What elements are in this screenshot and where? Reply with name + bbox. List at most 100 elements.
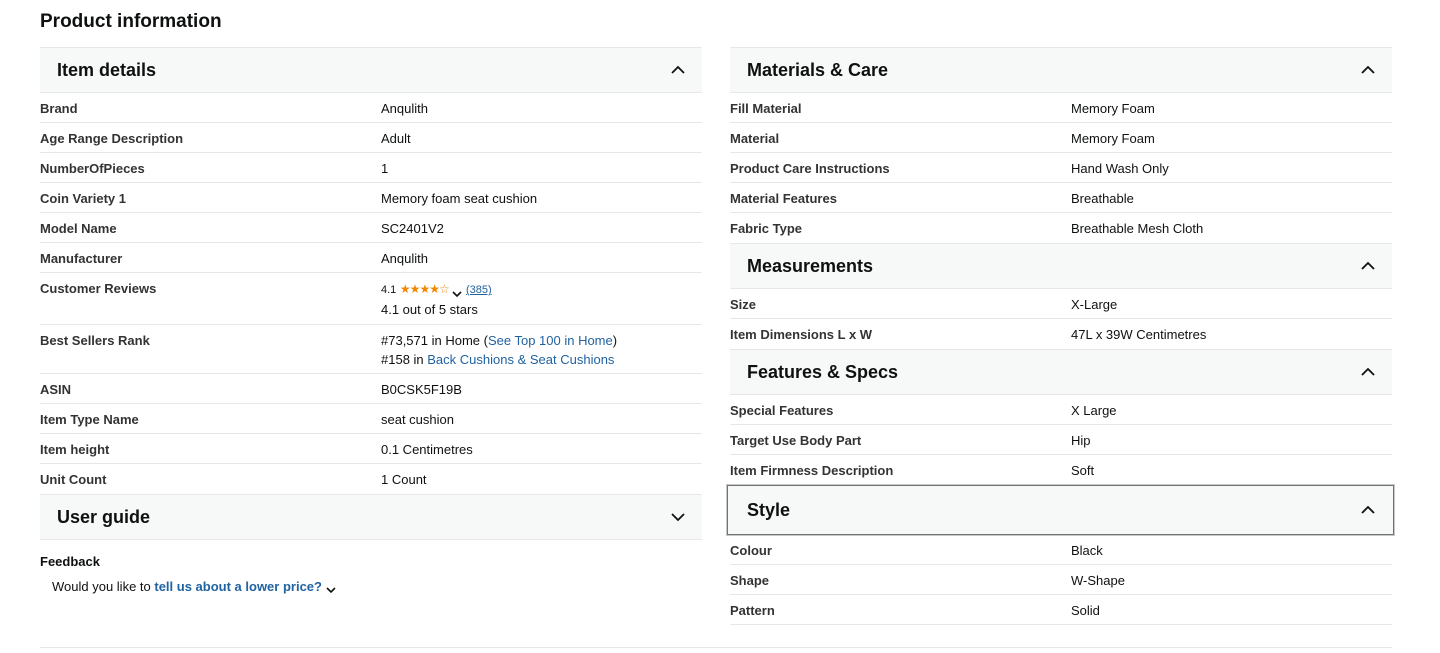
row-value: Anqulith	[381, 251, 428, 266]
measurements-header[interactable]: Measurements	[730, 243, 1392, 289]
row-key: Item Dimensions L x W	[730, 327, 873, 342]
row-key: Target Use Body Part	[730, 433, 862, 448]
row-value: Hand Wash Only	[1071, 161, 1169, 176]
table-row: ASIN B0CSK5F19B	[40, 374, 702, 404]
measurements-title: Measurements	[747, 255, 874, 276]
row-value: seat cushion	[381, 412, 454, 427]
review-summary-line[interactable]: 4.1 ★★★★☆ (385)	[381, 281, 492, 297]
row-value: Breathable	[1071, 191, 1134, 206]
row-value: 47L x 39W Centimetres	[1071, 327, 1207, 342]
feedback-title: Feedback	[40, 554, 100, 569]
chevron-up-icon	[1360, 62, 1376, 78]
row-key: Unit Count	[40, 472, 107, 487]
row-value: Memory foam seat cushion	[381, 191, 538, 206]
row-value: Black	[1071, 543, 1103, 558]
row-key: Item Type Name	[40, 412, 139, 427]
table-row: Model Name SC2401V2	[40, 213, 702, 243]
row-value: B0CSK5F19B	[381, 382, 462, 397]
materials-care-header[interactable]: Materials & Care	[730, 47, 1392, 93]
product-information-page: Product information Item details Brand A…	[0, 0, 1440, 653]
chevron-down-icon	[670, 509, 686, 525]
table-row: Item Type Name seat cushion	[40, 404, 702, 434]
row-key: Colour	[730, 543, 772, 558]
row-key: Pattern	[730, 603, 775, 618]
chevron-up-icon	[670, 62, 686, 78]
table-row: Product Care Instructions Hand Wash Only	[730, 153, 1392, 183]
chevron-up-icon	[1360, 502, 1376, 518]
row-key: Material	[730, 131, 780, 146]
row-value: Soft	[1071, 463, 1095, 478]
row-value: Hip	[1071, 433, 1091, 448]
row-key: Manufacturer	[40, 251, 123, 266]
row-value: Anqulith	[381, 101, 428, 116]
row-key: Best Sellers Rank	[40, 333, 150, 348]
materials-care-title: Materials & Care	[747, 59, 889, 80]
table-row: NumberOfPieces 1	[40, 153, 702, 183]
row-value: Memory Foam	[1071, 101, 1155, 116]
star-rating-icon: ★★★★☆	[399, 282, 450, 296]
row-key: Special Features	[730, 403, 834, 418]
features-specs-table: Special Features X Large Target Use Body…	[730, 395, 1392, 485]
table-row: Target Use Body Part Hip	[730, 425, 1392, 455]
row-value: X-Large	[1071, 297, 1118, 312]
feedback-prefix: Would you like to	[52, 579, 155, 594]
item-details-title: Item details	[57, 59, 157, 80]
row-value: 1 Count	[381, 472, 427, 487]
chevron-down-icon	[452, 285, 462, 297]
user-guide-header[interactable]: User guide	[40, 494, 702, 540]
left-column: Item details Brand Anqulith Age Range De…	[40, 47, 702, 594]
customer-reviews-row: Customer Reviews 4.1 ★★★★☆ (385) 4.1 out…	[40, 273, 702, 325]
row-key: Fabric Type	[730, 221, 803, 236]
row-key: NumberOfPieces	[40, 161, 145, 176]
row-value: Adult	[381, 131, 411, 146]
back-cushions-link[interactable]: Back Cushions & Seat Cushions	[427, 352, 614, 367]
user-guide-title: User guide	[57, 506, 151, 527]
row-value: W-Shape	[1071, 573, 1125, 588]
item-details-table: Brand Anqulith Age Range Description Adu…	[40, 93, 702, 494]
page-title: Product information	[40, 11, 222, 32]
feedback-block: Feedback Would you like to tell us about…	[40, 554, 702, 594]
row-key: Product Care Instructions	[730, 161, 890, 176]
style-table: Colour Black Shape W-Shape Pattern Solid	[730, 535, 1392, 625]
table-row: Material Features Breathable	[730, 183, 1392, 213]
table-row: Material Memory Foam	[730, 123, 1392, 153]
table-row: Special Features X Large	[730, 395, 1392, 425]
row-key: Model Name	[40, 221, 117, 236]
row-value: Solid	[1071, 603, 1100, 618]
row-key: ASIN	[40, 382, 72, 397]
table-row: Fill Material Memory Foam	[730, 93, 1392, 123]
table-row: Item Firmness Description Soft	[730, 455, 1392, 485]
row-key: Brand	[40, 101, 78, 116]
table-row: Fabric Type Breathable Mesh Cloth	[730, 213, 1392, 243]
table-row: Colour Black	[730, 535, 1392, 565]
row-value: SC2401V2	[381, 221, 444, 236]
table-row: Brand Anqulith	[40, 93, 702, 123]
table-row: Manufacturer Anqulith	[40, 243, 702, 273]
row-value: X Large	[1071, 403, 1117, 418]
best-sellers-rank-row: Best Sellers Rank #73,571 in Home (See T…	[40, 325, 702, 374]
row-value: #73,571 in Home (See Top 100 in Home) #1…	[381, 331, 702, 369]
row-key: Item height	[40, 442, 110, 457]
style-header[interactable]: Style	[727, 485, 1394, 535]
see-top-100-link[interactable]: See Top 100 in Home	[488, 333, 613, 348]
table-row: Unit Count 1 Count	[40, 464, 702, 494]
table-row: Age Range Description Adult	[40, 123, 702, 153]
row-key: Customer Reviews	[40, 281, 157, 296]
row-key: Age Range Description	[40, 131, 184, 146]
chevron-up-icon	[1360, 364, 1376, 380]
row-value: 0.1 Centimetres	[381, 442, 473, 457]
row-value: 1	[381, 161, 389, 176]
chevron-down-icon[interactable]	[326, 583, 336, 593]
row-value: 4.1 ★★★★☆ (385) 4.1 out of 5 stars	[381, 279, 702, 319]
row-key: Material Features	[730, 191, 837, 206]
features-specs-header[interactable]: Features & Specs	[730, 349, 1392, 395]
row-key: Shape	[730, 573, 770, 588]
table-row: Item Dimensions L x W 47L x 39W Centimet…	[730, 319, 1392, 349]
row-key: Fill Material	[730, 101, 802, 116]
review-count-link[interactable]: (385)	[466, 284, 492, 296]
table-row: Size X-Large	[730, 289, 1392, 319]
row-value: Breathable Mesh Cloth	[1071, 221, 1204, 236]
table-row: Pattern Solid	[730, 595, 1392, 625]
lower-price-link[interactable]: tell us about a lower price?	[154, 579, 322, 594]
item-details-header[interactable]: Item details	[40, 47, 702, 93]
